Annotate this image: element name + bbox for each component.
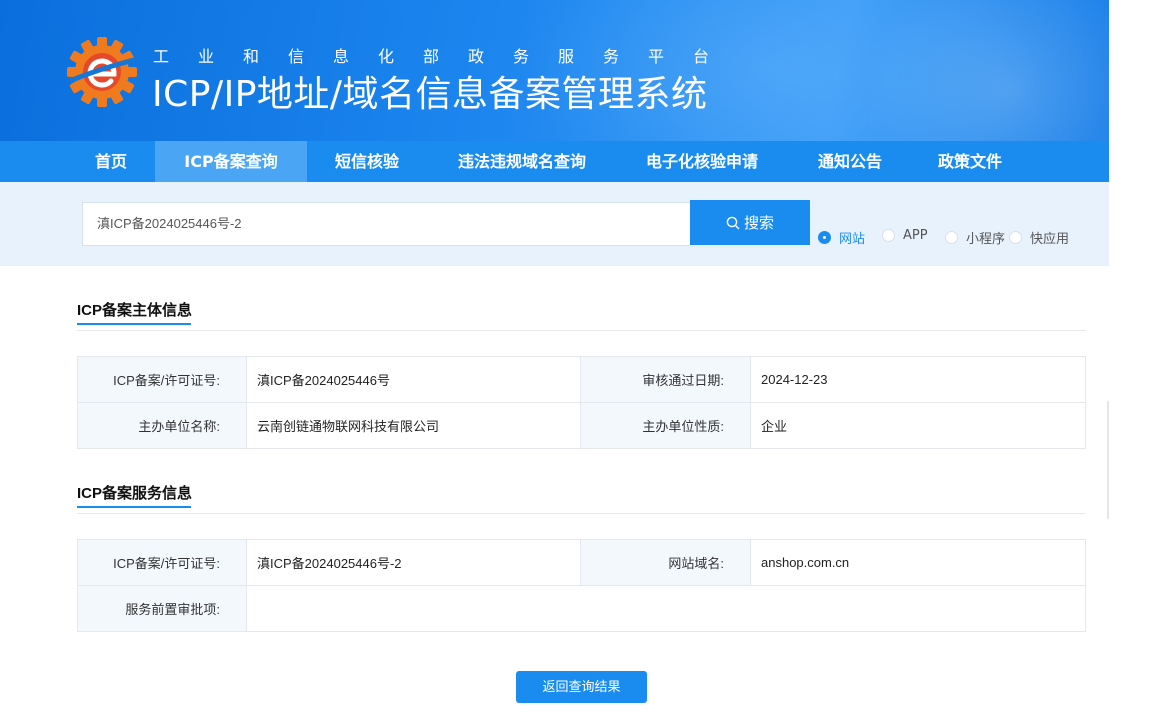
subject-info-table: ICP备案/许可证号: 滇ICP备2024025446号 审核通过日期: 202… [77, 356, 1086, 449]
nav-item-home[interactable]: 首页 [76, 141, 146, 182]
label-license-no: ICP备案/许可证号: [77, 356, 247, 403]
back-to-results-button[interactable]: 返回查询结果 [516, 671, 647, 703]
nav-item-e-verify-apply[interactable]: 电子化核验申请 [633, 141, 771, 182]
value-license-no: 滇ICP备2024025446号 [246, 356, 581, 403]
search-band: 滇ICP备2024025446号-2 搜索 网站 APP 小程序 快应用 [0, 182, 1109, 266]
table-row: 服务前置审批项: [77, 585, 1086, 632]
section-title-underline [77, 323, 191, 325]
label-sponsor-name: 主办单位名称: [77, 402, 247, 449]
scrollbar-track[interactable] [1107, 401, 1109, 519]
nav-item-sms-verify[interactable]: 短信核验 [322, 141, 412, 182]
nav-item-policy[interactable]: 政策文件 [926, 141, 1014, 182]
search-input[interactable]: 滇ICP备2024025446号-2 [82, 202, 690, 246]
value-pre-approval [246, 585, 1086, 632]
label-service-license-no: ICP备案/许可证号: [77, 539, 247, 586]
label-pre-approval: 服务前置审批项: [77, 585, 247, 632]
label-sponsor-type: 主办单位性质: [580, 402, 751, 449]
table-row: ICP备案/许可证号: 滇ICP备2024025446号-2 网站域名: ans… [77, 539, 1086, 586]
radio-dot [1009, 231, 1022, 244]
label-approval-date: 审核通过日期: [580, 356, 751, 403]
table-row: ICP备案/许可证号: 滇ICP备2024025446号 审核通过日期: 202… [77, 356, 1086, 403]
section-divider [77, 330, 1086, 331]
header-banner: 工业和信息化部政务服务平台 ICP/IP地址/域名信息备案管理系统 [0, 0, 1109, 141]
radio-website[interactable]: 网站 [818, 228, 865, 247]
radio-app[interactable]: APP [882, 228, 928, 243]
radio-quick-app[interactable]: 快应用 [1009, 228, 1069, 247]
table-row: 主办单位名称: 云南创链通物联网科技有限公司 主办单位性质: 企业 [77, 402, 1086, 449]
platform-subtitle: 工业和信息化部政务服务平台 [153, 47, 739, 66]
section-title-text: ICP备案服务信息 [77, 485, 193, 502]
search-icon [726, 216, 740, 229]
section-divider [77, 513, 1086, 514]
value-sponsor-name: 云南创链通物联网科技有限公司 [246, 402, 581, 449]
nav-item-icp-query[interactable]: ICP备案查询 [155, 141, 307, 182]
radio-dot [945, 231, 958, 244]
radio-dot-checked [818, 231, 831, 244]
value-service-license-no: 滇ICP备2024025446号-2 [246, 539, 581, 586]
radio-dot [882, 229, 895, 242]
e-gear-logo-icon [67, 37, 137, 107]
radio-mini-program[interactable]: 小程序 [945, 228, 1005, 247]
section-title-text: ICP备案主体信息 [77, 302, 193, 319]
search-button-label: 搜索 [743, 214, 774, 232]
section-title-underline [77, 506, 191, 508]
main-nav: 首页 ICP备案查询 短信核验 违法违规域名查询 电子化核验申请 通知公告 政策… [0, 141, 1109, 182]
nav-item-notices[interactable]: 通知公告 [806, 141, 894, 182]
value-website-domain: anshop.com.cn [750, 539, 1086, 586]
value-approval-date: 2024-12-23 [750, 356, 1086, 403]
service-section-title: ICP备案服务信息 [77, 482, 193, 508]
subject-section-title: ICP备案主体信息 [77, 299, 193, 325]
service-info-table: ICP备案/许可证号: 滇ICP备2024025446号-2 网站域名: ans… [77, 539, 1086, 632]
search-button[interactable]: 搜索 [690, 200, 810, 245]
nav-item-illegal-domain[interactable]: 违法违规域名查询 [446, 141, 598, 182]
label-website-domain: 网站域名: [580, 539, 751, 586]
value-sponsor-type: 企业 [750, 402, 1086, 449]
system-title: ICP/IP地址/域名信息备案管理系统 [152, 74, 708, 115]
